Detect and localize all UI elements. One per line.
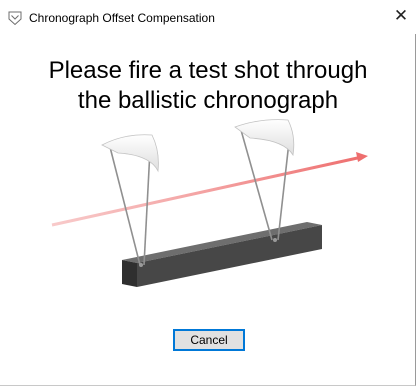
cancel-button[interactable]: Cancel [173, 329, 245, 351]
dialog-window: Chronograph Offset Compensation ✕ Please… [0, 0, 416, 386]
instruction-line-2: the ballistic chronograph [77, 87, 339, 114]
skyscreen-left [101, 134, 159, 267]
shot-trajectory [51, 152, 368, 227]
chronograph-base [122, 222, 322, 287]
close-button[interactable]: ✕ [386, 0, 416, 32]
window-title: Chronograph Offset Compensation [29, 11, 215, 25]
title-bar[interactable]: Chronograph Offset Compensation ✕ [0, 0, 416, 34]
chronograph-illustration [51, 119, 368, 287]
app-icon [8, 11, 22, 26]
instruction-line-1: Please fire a test shot through [48, 57, 368, 84]
instruction-text: Please fire a test shot through the ball… [0, 56, 416, 116]
close-icon: ✕ [393, 6, 409, 25]
skyscreen-right [234, 119, 295, 242]
